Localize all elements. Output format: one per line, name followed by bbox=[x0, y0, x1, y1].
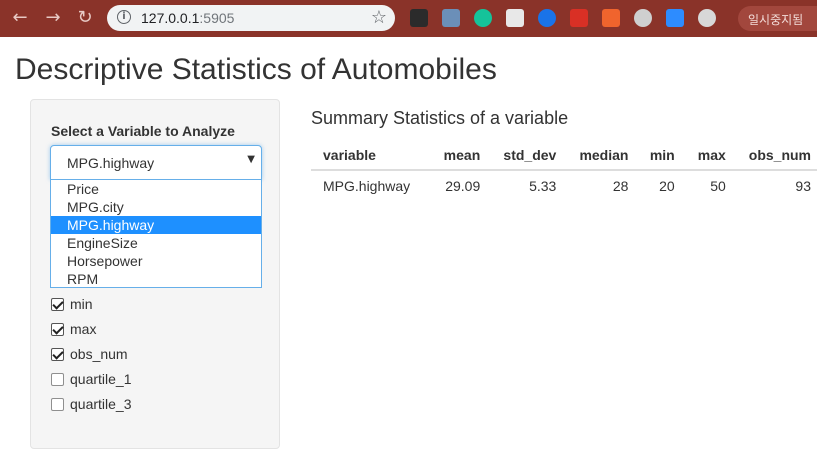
checkbox-label: obs_num bbox=[70, 346, 128, 362]
checkbox-box[interactable] bbox=[51, 323, 64, 336]
dropdown-option[interactable]: EngineSize bbox=[51, 234, 261, 252]
column-header: mean bbox=[429, 140, 481, 171]
reload-icon[interactable]: ↻ bbox=[73, 6, 97, 30]
ext-ex-icon[interactable] bbox=[602, 9, 620, 27]
url-port: :5905 bbox=[199, 10, 235, 26]
browser-toolbar: ← → ↻ i 127.0.0.1:5905 ☆ 일시중지됨 bbox=[0, 0, 817, 37]
dropdown-option-selected[interactable]: MPG.highway bbox=[51, 216, 261, 234]
dropdown-option[interactable]: Horsepower bbox=[51, 252, 261, 270]
ext-globe-icon[interactable] bbox=[698, 9, 716, 27]
url-host: 127.0.0.1 bbox=[141, 10, 200, 26]
column-header: variable bbox=[311, 140, 430, 171]
checkbox-label: quartile_3 bbox=[70, 396, 132, 412]
checkbox-box[interactable] bbox=[51, 398, 64, 411]
checkbox-label: min bbox=[70, 296, 93, 312]
address-bar[interactable]: i 127.0.0.1:5905 ☆ bbox=[107, 5, 395, 31]
dropdown-option[interactable]: MPG.city bbox=[51, 198, 261, 216]
zoom-icon[interactable] bbox=[666, 9, 684, 27]
ext-card-icon[interactable] bbox=[506, 9, 524, 27]
info-icon[interactable]: i bbox=[117, 10, 131, 24]
back-icon[interactable]: ← bbox=[8, 6, 32, 30]
ext-chart-icon[interactable] bbox=[442, 9, 460, 27]
table-cell: 93 bbox=[795, 178, 811, 194]
table-cell: 28 bbox=[612, 178, 629, 194]
pdf-icon[interactable] bbox=[570, 9, 588, 27]
ext-circle-icon[interactable] bbox=[634, 9, 652, 27]
checkbox-box[interactable] bbox=[51, 373, 64, 386]
table-cell: MPG.highway bbox=[323, 178, 411, 194]
dropdown-option[interactable]: RPM bbox=[51, 270, 261, 288]
checkbox-box[interactable] bbox=[51, 348, 64, 361]
chevron-down-icon: ▼ bbox=[247, 154, 255, 165]
variable-select[interactable]: MPG.highway ▼ bbox=[50, 145, 262, 180]
column-header: median bbox=[556, 140, 629, 171]
table-row: MPG.highway 29.09 5.33 28 20 50 93 bbox=[311, 170, 817, 201]
table-cell: 20 bbox=[659, 178, 675, 194]
ext-ring-icon[interactable] bbox=[538, 9, 556, 27]
checkbox-label: quartile_1 bbox=[70, 371, 132, 387]
table-header-row: variable mean std_dev median min max obs… bbox=[311, 140, 817, 171]
column-header: obs_num bbox=[725, 140, 817, 171]
checkbox-box[interactable] bbox=[51, 298, 64, 311]
checkbox-label: max bbox=[70, 321, 97, 337]
ext-a-icon[interactable] bbox=[410, 9, 428, 27]
profile-paused-button[interactable]: 일시중지됨 bbox=[738, 6, 817, 31]
dropdown-option[interactable]: Price bbox=[51, 180, 261, 198]
url-text: 127.0.0.1:5905 bbox=[141, 10, 234, 26]
paused-label: 일시중지됨 bbox=[748, 13, 804, 27]
sidebar-panel: Select a Variable to Analyze MPG.highway… bbox=[30, 99, 280, 449]
summary-table: variable mean std_dev median min max obs… bbox=[311, 140, 817, 201]
variable-select-label: Select a Variable to Analyze bbox=[51, 123, 235, 139]
bookmark-star-icon[interactable]: ☆ bbox=[371, 7, 387, 28]
table-cell: 5.33 bbox=[529, 178, 557, 194]
column-header: min bbox=[628, 140, 675, 171]
selected-variable: MPG.highway bbox=[67, 155, 155, 171]
column-header: max bbox=[674, 140, 726, 171]
table-cell: 29.09 bbox=[445, 178, 481, 194]
page-title: Descriptive Statistics of Automobiles bbox=[15, 53, 497, 86]
column-header: std_dev bbox=[480, 140, 557, 171]
table-cell: 50 bbox=[710, 178, 726, 194]
variable-dropdown-list: Price MPG.city MPG.highway EngineSize Ho… bbox=[50, 180, 262, 288]
summary-title: Summary Statistics of a variable bbox=[311, 108, 569, 128]
forward-icon[interactable]: → bbox=[41, 6, 65, 30]
grammarly-icon[interactable] bbox=[474, 9, 492, 27]
